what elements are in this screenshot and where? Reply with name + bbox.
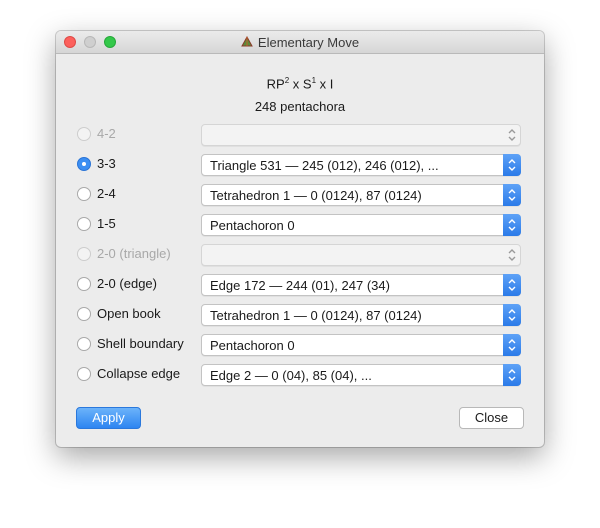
move-row-2-0-triangle: 2-0 (triangle)	[56, 244, 544, 266]
move-radio-1-5[interactable]	[77, 217, 91, 231]
move-target-select-2-0-edge[interactable]: Edge 172 — 244 (01), 247 (34)	[201, 274, 521, 296]
move-target-select-open-book[interactable]: Tetrahedron 1 — 0 (0124), 87 (0124)	[201, 304, 521, 326]
move-label[interactable]: 1-5	[97, 216, 116, 231]
select-value: Tetrahedron 1 — 0 (0124), 87 (0124)	[210, 308, 422, 323]
regina-app-icon	[241, 36, 253, 47]
select-value: Pentachoron 0	[210, 338, 295, 353]
chevron-updown-icon	[503, 334, 521, 356]
move-row-2-4: 2-4 Tetrahedron 1 — 0 (0124), 87 (0124)	[56, 184, 544, 206]
apply-button[interactable]: Apply	[76, 407, 141, 429]
select-value: Triangle 531 — 245 (012), 246 (012), ...	[210, 158, 439, 173]
move-label: 4-2	[97, 126, 116, 141]
select-value: Pentachoron 0	[210, 218, 295, 233]
move-target-select-2-0-triangle	[201, 244, 521, 266]
move-label[interactable]: 3-3	[97, 156, 116, 171]
move-row-3-3: 3-3 Triangle 531 — 245 (012), 246 (012), …	[56, 154, 544, 176]
close-button[interactable]: Close	[459, 407, 524, 429]
chevron-updown-icon	[503, 304, 521, 326]
move-radio-2-4[interactable]	[77, 187, 91, 201]
move-target-select-shell-boundary[interactable]: Pentachoron 0	[201, 334, 521, 356]
move-row-collapse-edge: Collapse edge Edge 2 — 0 (04), 85 (04), .…	[56, 364, 544, 386]
chevron-updown-icon	[503, 154, 521, 176]
chevron-updown-icon	[503, 214, 521, 236]
chevron-updown-icon	[503, 244, 521, 266]
move-target-select-collapse-edge[interactable]: Edge 2 — 0 (04), 85 (04), ...	[201, 364, 521, 386]
triangulation-size: 248 pentachora	[254, 99, 346, 114]
move-label[interactable]: 2-0 (edge)	[97, 276, 157, 291]
chevron-updown-icon	[503, 364, 521, 386]
move-row-open-book: Open book Tetrahedron 1 — 0 (0124), 87 (0…	[56, 304, 544, 326]
triangulation-name: RP2 x S1 x I	[266, 76, 334, 92]
move-target-select-1-5[interactable]: Pentachoron 0	[201, 214, 521, 236]
move-row-4-2: 4-2	[56, 124, 544, 146]
chevron-updown-icon	[503, 124, 521, 146]
move-target-select-3-3[interactable]: Triangle 531 — 245 (012), 246 (012), ...	[201, 154, 521, 176]
move-label[interactable]: 2-4	[97, 186, 116, 201]
move-label[interactable]: Collapse edge	[97, 366, 180, 381]
move-row-shell-boundary: Shell boundary Pentachoron 0	[56, 334, 544, 356]
select-value: Tetrahedron 1 — 0 (0124), 87 (0124)	[210, 188, 422, 203]
move-label[interactable]: Shell boundary	[97, 336, 184, 351]
move-row-1-5: 1-5 Pentachoron 0	[56, 214, 544, 236]
move-target-select-2-4[interactable]: Tetrahedron 1 — 0 (0124), 87 (0124)	[201, 184, 521, 206]
move-radio-2-0-triangle	[77, 247, 91, 261]
title-bar: Elementary Move	[56, 31, 544, 54]
move-radio-3-3[interactable]	[77, 157, 91, 171]
move-label[interactable]: Open book	[97, 306, 161, 321]
move-radio-2-0-edge[interactable]	[77, 277, 91, 291]
select-value: Edge 2 — 0 (04), 85 (04), ...	[210, 368, 372, 383]
chevron-updown-icon	[503, 184, 521, 206]
window-title: Elementary Move	[56, 35, 544, 50]
elementary-move-dialog: Elementary Move RP2 x S1 x I 248 pentach…	[56, 31, 544, 447]
move-radio-open-book[interactable]	[77, 307, 91, 321]
move-target-select-4-2	[201, 124, 521, 146]
move-radio-collapse-edge[interactable]	[77, 367, 91, 381]
move-row-2-0-edge: 2-0 (edge) Edge 172 — 244 (01), 247 (34)	[56, 274, 544, 296]
chevron-updown-icon	[503, 274, 521, 296]
move-radio-4-2	[77, 127, 91, 141]
move-radio-shell-boundary[interactable]	[77, 337, 91, 351]
select-value: Edge 172 — 244 (01), 247 (34)	[210, 278, 390, 293]
move-label: 2-0 (triangle)	[97, 246, 171, 261]
